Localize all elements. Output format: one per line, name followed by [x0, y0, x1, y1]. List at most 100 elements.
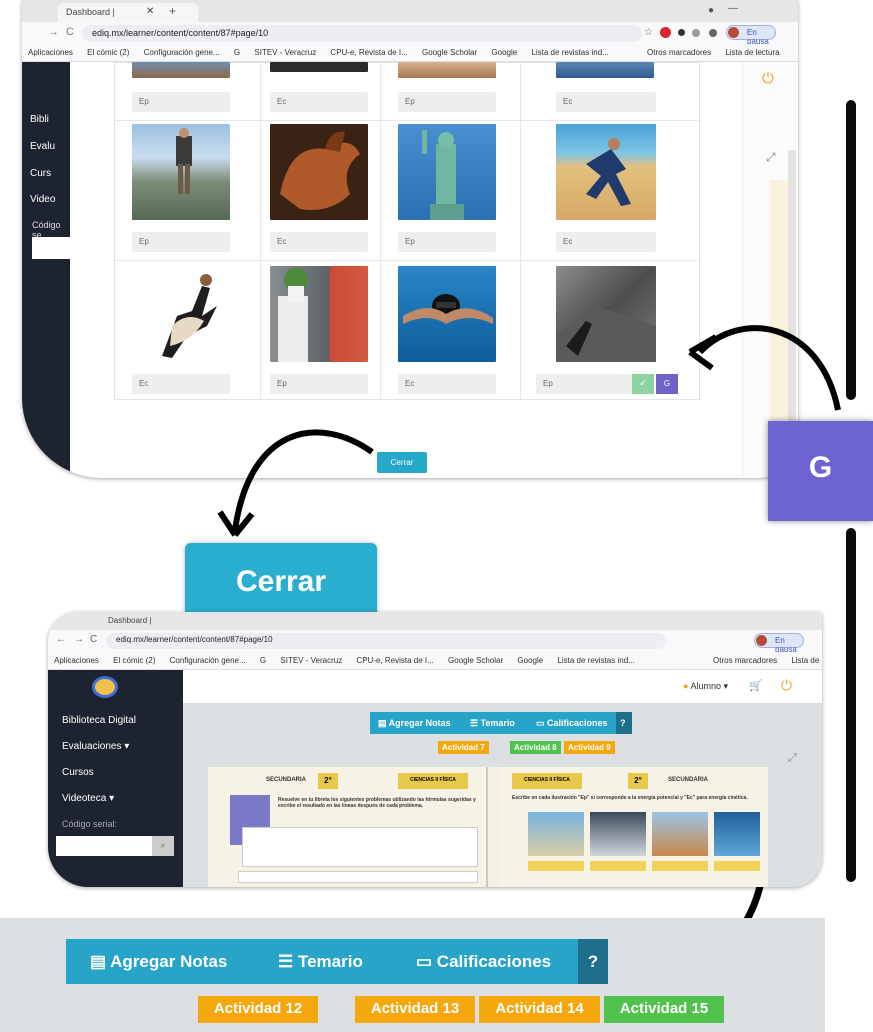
grades-button-zoom[interactable]: ▭ Calificaciones	[390, 939, 578, 984]
sidebar-item-label: Cursos	[62, 767, 94, 778]
activity-12-button[interactable]: Actividad 12	[198, 996, 318, 1023]
subject-badge: CIENCIAS II FÍSICA	[398, 773, 468, 789]
grades-button[interactable]: ▭ Calificaciones	[528, 712, 616, 734]
url-text: ediq.mx/learner/content/content/87#page/…	[116, 635, 273, 644]
help-button-zoom[interactable]: ?	[578, 939, 608, 984]
answer-field[interactable]	[652, 861, 708, 871]
workbook-preview: SECUNDARIA 2° CIENCIAS II FÍSICA Resuelv…	[208, 767, 768, 887]
card-icon: ▭	[536, 718, 548, 728]
sidebar: Biblioteca Digital Evaluaciones ▾ Cursos…	[48, 670, 183, 887]
serial-label: Código serial:	[62, 819, 118, 829]
activity-label: Actividad 8	[514, 743, 557, 752]
add-notes-label: Agregar Notas	[388, 718, 451, 728]
app-logo	[92, 676, 118, 698]
bookmark-reading-list[interactable]: Lista de lectura	[791, 656, 822, 665]
tab-title: Dashboard |	[108, 616, 152, 625]
bookmarks-bar: Aplicaciones El cómic (2) Configuración …	[48, 652, 822, 670]
bookmark-g[interactable]: G	[260, 656, 266, 665]
answer-field[interactable]	[714, 861, 760, 871]
activity-label: Actividad 12	[213, 1000, 303, 1017]
image-wave	[714, 812, 760, 856]
sidebar-item-label: Videoteca ▾	[62, 793, 115, 804]
note-icon: ▤	[378, 718, 389, 728]
syllabus-label: Temario	[297, 952, 363, 971]
image-eiffel-tower	[652, 812, 708, 856]
user-menu[interactable]: ● Alumno ▾	[683, 681, 728, 692]
add-notes-button[interactable]: ▤ Agregar Notas	[370, 712, 462, 734]
top-header: ● Alumno ▾ 🛒 ⏻	[183, 670, 822, 704]
user-label: Alumno ▾	[690, 681, 728, 691]
tab-bar	[48, 612, 822, 630]
activity-label: Actividad 13	[370, 1000, 460, 1017]
arrow-to-cerrar	[232, 429, 374, 531]
bookmark-sitev[interactable]: SITEV - Veracruz	[280, 656, 342, 665]
sidebar-item-biblioteca[interactable]: Biblioteca Digital	[62, 715, 136, 726]
grades-label: Calificaciones	[436, 952, 552, 971]
right-instructions: Escribe en cada ilustración "Ep" si corr…	[512, 795, 748, 801]
url-field[interactable]: ediq.mx/learner/content/content/87#page/…	[106, 633, 666, 649]
activity-label: Actividad 14	[495, 1000, 584, 1017]
sidebar-item-evaluaciones[interactable]: Evaluaciones ▾	[62, 741, 129, 752]
workbook-left-page: SECUNDARIA 2° CIENCIAS II FÍSICA Resuelv…	[208, 767, 488, 887]
bookmark-comic[interactable]: El cómic (2)	[113, 656, 155, 665]
help-label: ?	[620, 718, 626, 728]
card-icon: ▭	[416, 952, 437, 971]
syllabus-label: Temario	[480, 718, 515, 728]
arrow-to-g	[697, 325, 841, 411]
add-notes-button-zoom[interactable]: ▤ Agregar Notas	[66, 939, 260, 984]
forward-icon[interactable]: →	[74, 634, 84, 645]
user-icon: ●	[683, 681, 689, 691]
avatar[interactable]	[756, 635, 767, 646]
grades-label: Calificaciones	[547, 718, 608, 728]
activity-15-button[interactable]: Actividad 15	[604, 996, 724, 1023]
activity-label: Actividad 15	[619, 1000, 709, 1017]
activity-7-button[interactable]: Actividad 7	[438, 741, 489, 754]
help-button[interactable]: ?	[616, 712, 632, 734]
workbook-right-page: CIENCIAS II FÍSICA 2° SECUNDARIA Escribe…	[498, 767, 768, 887]
image-pisa-tower	[528, 812, 584, 856]
activity-13-button[interactable]: Actividad 13	[355, 996, 475, 1023]
activity-8-button[interactable]: Actividad 8	[510, 741, 561, 754]
activity-14-button[interactable]: Actividad 14	[479, 996, 600, 1023]
expand-icon[interactable]: ⤢	[788, 752, 797, 765]
serial-input[interactable]	[56, 836, 152, 856]
browser-window-bottom: Dashboard | ← → C ediq.mx/learner/conten…	[48, 612, 822, 887]
help-label: ?	[587, 952, 599, 971]
power-icon[interactable]: ⏻	[781, 677, 792, 694]
back-icon[interactable]: ←	[56, 634, 66, 645]
browser-tab[interactable]: Dashboard |	[108, 616, 151, 625]
bookmark-apps[interactable]: Aplicaciones	[54, 656, 99, 665]
bookmark-revistas[interactable]: Lista de revistas ind...	[557, 656, 634, 665]
image-car	[590, 812, 646, 856]
add-notes-label: Agregar Notas	[110, 952, 228, 971]
answer-field[interactable]	[528, 861, 584, 871]
note-icon: ▤	[90, 952, 111, 971]
problem-box	[242, 827, 478, 867]
bookmark-cpue[interactable]: CPU-e, Revista de I...	[356, 656, 433, 665]
list-icon: ☰	[278, 952, 298, 971]
grade-badge: 2°	[318, 773, 338, 789]
bookmark-google[interactable]: Google	[517, 656, 543, 665]
sidebar-item-label: Biblioteca Digital	[62, 715, 136, 726]
level-label: SECUNDARIA	[266, 777, 307, 783]
grade-badge: 2°	[628, 773, 648, 789]
sidebar-item-label: Evaluaciones ▾	[62, 741, 130, 752]
list-icon: ☰	[470, 718, 481, 728]
activity-label: Actividad 7	[442, 743, 485, 752]
subject-badge: CIENCIAS II FÍSICA	[512, 773, 582, 789]
bookmark-scholar[interactable]: Google Scholar	[448, 656, 503, 665]
syllabus-button-zoom[interactable]: ☰ Temario	[260, 939, 390, 984]
reload-icon[interactable]: C	[90, 634, 97, 645]
activity-label: Actividad 9	[568, 743, 611, 752]
problem-box	[238, 871, 478, 883]
answer-field[interactable]	[590, 861, 646, 871]
sidebar-item-videoteca[interactable]: Videoteca ▾	[62, 793, 114, 804]
bookmark-config[interactable]: Configuración gene...	[170, 656, 246, 665]
activity-9-button[interactable]: Actividad 9	[564, 741, 615, 754]
sidebar-item-cursos[interactable]: Cursos	[62, 767, 94, 778]
left-instructions: Resuelve en tu libreta los siguientes pr…	[278, 797, 476, 809]
syllabus-button[interactable]: ☰ Temario	[462, 712, 528, 734]
bookmark-other[interactable]: Otros marcadores	[713, 656, 777, 665]
cart-icon[interactable]: 🛒	[749, 679, 763, 692]
search-icon[interactable]: ⌕	[152, 836, 174, 856]
